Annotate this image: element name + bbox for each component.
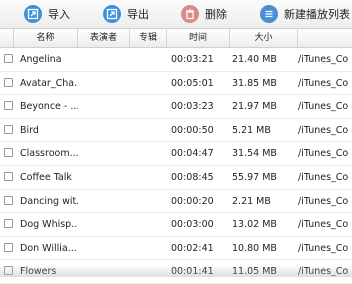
song-path: /iTunes_Co xyxy=(298,242,349,254)
table-row[interactable]: Dog Whisp... 00:03:00 13.02 MB /iTunes_C… xyxy=(0,213,352,237)
new-playlist-button[interactable]: 新建播放列表 xyxy=(260,3,350,25)
row-checkbox[interactable] xyxy=(4,124,13,134)
trash-icon xyxy=(181,5,199,23)
header-name[interactable]: 名称 xyxy=(14,29,78,47)
song-path: /iTunes_Co xyxy=(298,54,349,65)
song-time: 00:03:00 xyxy=(171,219,214,231)
song-time: 00:03:21 xyxy=(171,54,214,65)
row-checkbox[interactable] xyxy=(4,195,13,205)
song-size: 2.21 MB xyxy=(232,195,271,207)
song-size: 10.80 MB xyxy=(232,242,277,254)
song-path: /iTunes_Co xyxy=(298,171,349,183)
song-path: /iTunes_Co xyxy=(298,124,349,136)
song-name: Coffee Talk xyxy=(20,171,72,183)
song-size: 13.02 MB xyxy=(232,219,277,231)
song-path: /iTunes_Co xyxy=(298,77,349,89)
table-row[interactable]: Bird 00:00:50 5.21 MB /iTunes_Co xyxy=(0,119,352,143)
new-playlist-label: 新建播放列表 xyxy=(284,8,350,21)
header-size[interactable]: 大小 xyxy=(230,29,298,47)
song-name: Avatar_Cha... xyxy=(20,77,78,89)
header-checkbox-column xyxy=(0,29,14,47)
song-path: /iTunes_Co xyxy=(298,101,349,113)
export-icon xyxy=(103,5,121,23)
song-path: /iTunes_Co xyxy=(298,219,349,231)
song-size: 21.40 MB xyxy=(232,54,277,65)
header-path xyxy=(298,29,352,47)
table-row[interactable]: Dancing wit... 00:00:20 2.21 MB /iTunes_… xyxy=(0,190,352,214)
table-row[interactable]: Angelina 00:03:21 21.40 MB /iTunes_Co xyxy=(0,48,352,72)
header-time[interactable]: 时间 xyxy=(167,29,230,47)
song-size: 5.21 MB xyxy=(232,124,271,136)
song-size: 31.85 MB xyxy=(232,77,277,89)
export-button[interactable]: 导出 xyxy=(103,3,149,25)
song-time: 00:00:20 xyxy=(171,195,214,207)
song-time: 00:08:45 xyxy=(171,171,214,183)
song-name: Beyonce - ... xyxy=(20,101,78,113)
import-button[interactable]: 导入 xyxy=(24,3,70,25)
delete-label: 删除 xyxy=(205,8,227,21)
song-name: Classroom... xyxy=(20,148,78,160)
song-time: 00:05:01 xyxy=(171,77,214,89)
song-time: 00:03:23 xyxy=(171,101,214,113)
song-size: 31.54 MB xyxy=(232,148,277,160)
import-label: 导入 xyxy=(48,8,70,21)
row-checkbox[interactable] xyxy=(4,242,13,252)
header-artist[interactable]: 表演者 xyxy=(78,29,130,47)
song-name: Angelina xyxy=(20,54,62,65)
song-time: 00:04:47 xyxy=(171,148,214,160)
song-path: /iTunes_Co xyxy=(298,148,349,160)
table-row[interactable]: Avatar_Cha... 00:05:01 31.85 MB /iTunes_… xyxy=(0,72,352,96)
row-checkbox[interactable] xyxy=(4,148,13,158)
table-row[interactable]: Coffee Talk 00:08:45 55.97 MB /iTunes_Co xyxy=(0,166,352,190)
row-checkbox[interactable] xyxy=(4,101,13,111)
song-size: 21.97 MB xyxy=(232,101,277,113)
song-list: Angelina 00:03:21 21.40 MB /iTunes_Co Av… xyxy=(0,48,352,284)
song-path: /iTunes_Co xyxy=(298,195,349,207)
song-time: 00:00:50 xyxy=(171,124,214,136)
row-checkbox[interactable] xyxy=(4,77,13,87)
song-name: Bird xyxy=(20,124,39,136)
song-name: Dog Whisp... xyxy=(20,219,78,231)
header-album[interactable]: 专辑 xyxy=(130,29,167,47)
song-time: 00:02:41 xyxy=(171,242,214,254)
song-name: Don Willia... xyxy=(20,242,77,254)
delete-button[interactable]: 删除 xyxy=(181,3,227,25)
row-checkbox[interactable] xyxy=(4,171,13,181)
song-name: Dancing wit... xyxy=(20,195,78,207)
song-size: 55.97 MB xyxy=(232,171,277,183)
export-label: 导出 xyxy=(127,8,149,21)
row-checkbox[interactable] xyxy=(4,54,13,63)
table-row[interactable]: Classroom... 00:04:47 31.54 MB /iTunes_C… xyxy=(0,142,352,166)
toolbar: 导入 导出 删除 新建播放列表 xyxy=(0,0,352,28)
import-icon xyxy=(24,5,42,23)
table-row[interactable]: Don Willia... 00:02:41 10.80 MB /iTunes_… xyxy=(0,237,352,261)
row-checkbox[interactable] xyxy=(4,219,13,229)
playlist-icon xyxy=(260,5,278,23)
table-row[interactable]: Beyonce - ... 00:03:23 21.97 MB /iTunes_… xyxy=(0,95,352,119)
table-header: 名称 表演者 专辑 时间 大小 xyxy=(0,28,352,48)
bottom-fade xyxy=(0,265,352,277)
